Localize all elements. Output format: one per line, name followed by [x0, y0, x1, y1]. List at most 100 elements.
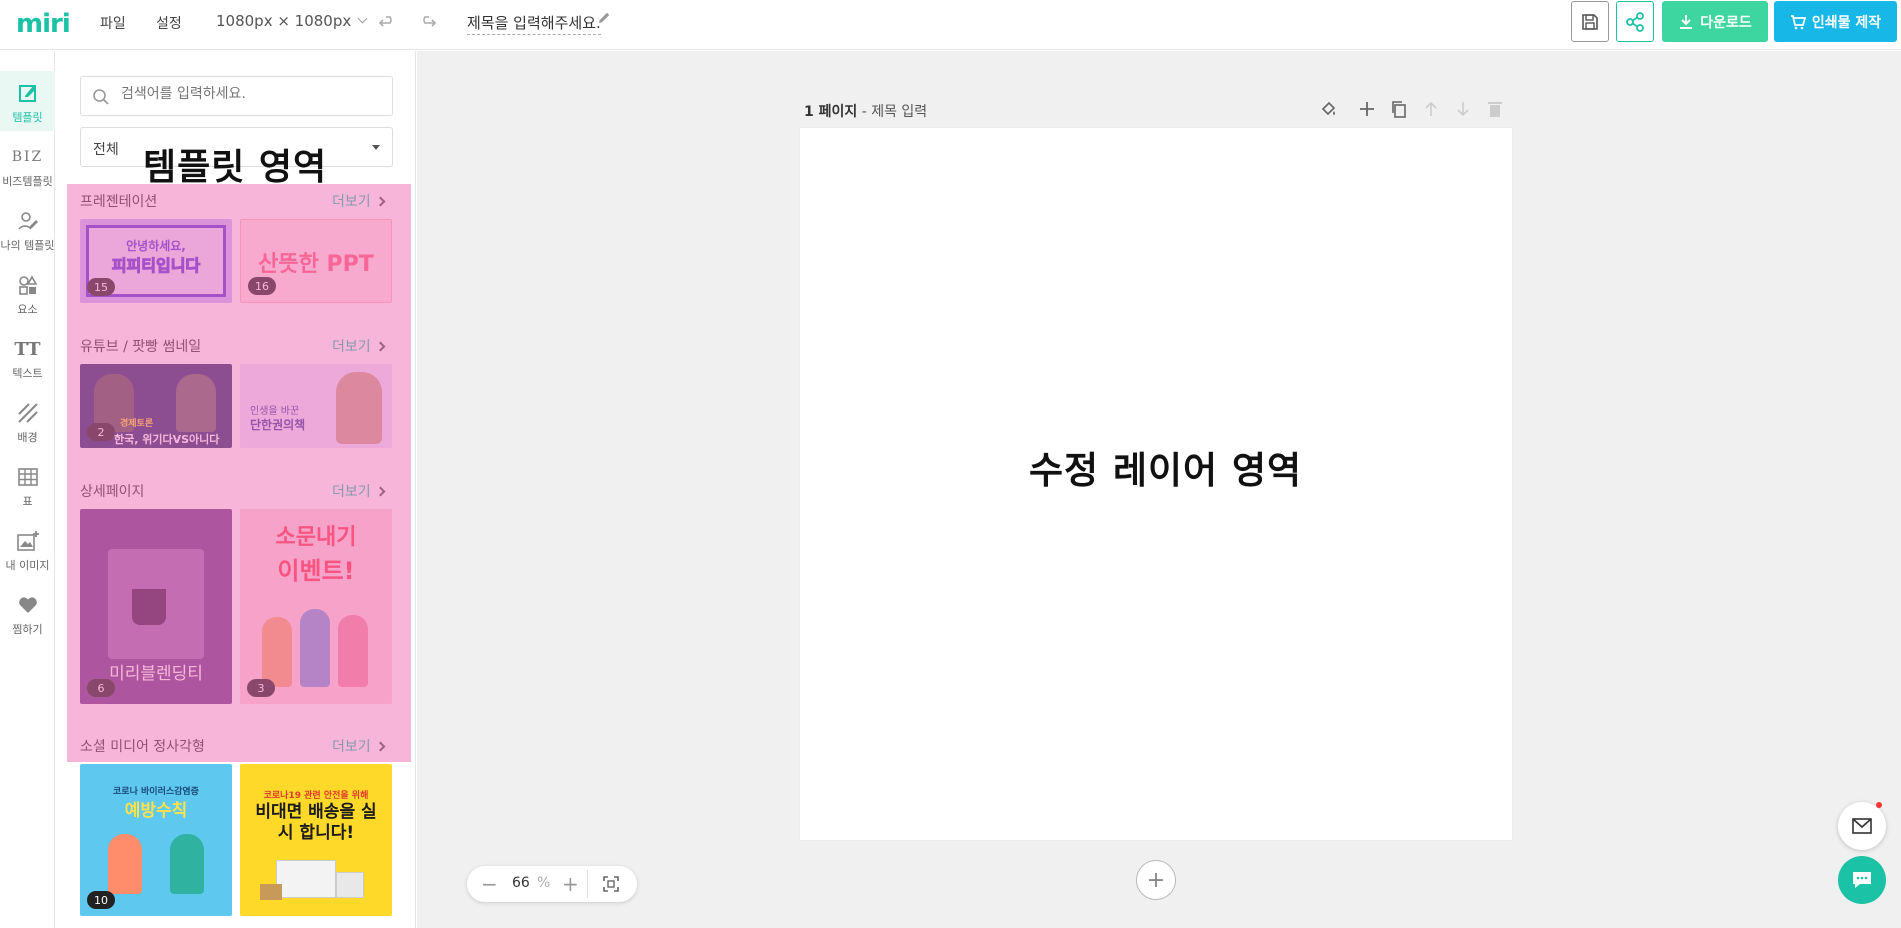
rail-label: 내 이미지	[5, 559, 50, 572]
section-title-youtube: 유튜브 / 팟빵 썸네일	[80, 339, 202, 355]
template-thumb-social-1[interactable]: 코로나 바이러스감염증 예방수칙 10	[80, 764, 232, 916]
zoom-value[interactable]: 66	[512, 875, 530, 891]
download-label: 다운로드	[1700, 14, 1752, 31]
rail-item-my-template[interactable]: 나의 템플릿	[0, 199, 55, 259]
rail-item-biz-template[interactable]: BIZ 비즈템플릿	[0, 135, 55, 195]
duplicate-page-icon[interactable]	[1390, 100, 1408, 122]
template-thumb-presentation-2[interactable]: 산뜻한 PPT 16	[240, 219, 392, 303]
undo-icon[interactable]	[377, 11, 399, 33]
canvas-size-value: 1080px × 1080px	[216, 12, 352, 30]
template-search-box[interactable]	[80, 76, 393, 116]
chevron-down-icon	[357, 13, 368, 24]
template-thumb-youtube-1[interactable]: 경제토론 한국, 위기다VS아니다 2	[80, 364, 232, 448]
save-icon	[1582, 13, 1598, 30]
app-logo[interactable]: miri	[16, 9, 71, 39]
template-icon	[17, 81, 39, 105]
template-thumb-youtube-2[interactable]: 인생을 바꾼 단한권의책	[240, 364, 392, 448]
rail-label: 비즈템플릿	[2, 175, 53, 188]
rail-item-favorites[interactable]: 찜하기	[0, 583, 55, 643]
image-add-icon	[16, 529, 40, 553]
text-icon: TT	[14, 338, 41, 360]
print-order-button[interactable]: 인쇄물 제작	[1774, 1, 1897, 42]
page-count-badge: 16	[248, 277, 276, 295]
fill-color-icon[interactable]	[1320, 100, 1338, 122]
download-button[interactable]: 다운로드	[1662, 1, 1768, 42]
add-icon[interactable]	[1358, 100, 1376, 122]
share-button[interactable]	[1616, 1, 1654, 42]
more-link-social-square[interactable]: 더보기	[332, 736, 386, 756]
background-icon	[17, 401, 39, 425]
biz-icon: BIZ	[11, 149, 44, 165]
divider	[587, 870, 588, 898]
zoom-in-button[interactable]: +	[562, 872, 579, 896]
rail-label: 나의 템플릿	[0, 239, 55, 252]
canvas-size-select[interactable]: 1080px × 1080px	[216, 12, 368, 30]
fit-screen-icon[interactable]	[602, 875, 620, 897]
zoom-control: − 66 % +	[467, 866, 637, 902]
section-title-presentation: 프레젠테이션	[80, 194, 158, 210]
template-area-label: 템플릿 영역	[143, 147, 328, 188]
page-count-badge: 6	[87, 679, 115, 697]
page-number: 1 페이지	[804, 104, 858, 120]
rail-label: 템플릿	[12, 111, 43, 124]
zoom-unit: %	[537, 875, 551, 891]
more-link-presentation[interactable]: 더보기	[332, 191, 386, 211]
add-page-button[interactable]: +	[1136, 860, 1176, 900]
trash-icon[interactable]	[1486, 100, 1504, 122]
menu-settings[interactable]: 설정	[156, 13, 182, 33]
mail-icon	[1852, 818, 1872, 834]
rail-item-table[interactable]: 표	[0, 455, 55, 515]
rail-item-template[interactable]: 템플릿	[0, 71, 55, 131]
template-thumb-social-2[interactable]: 코로나19 관련 안전을 위해 비대면 배송을 실시 합니다!	[240, 764, 392, 916]
rail-item-my-images[interactable]: 내 이미지	[0, 519, 55, 579]
message-button[interactable]	[1838, 802, 1886, 850]
template-search-input[interactable]	[121, 86, 381, 102]
zoom-out-button[interactable]: −	[481, 872, 498, 896]
more-link-youtube[interactable]: 더보기	[332, 336, 386, 356]
top-toolbar: miri 파일 설정 1080px × 1080px 제목을 입력해주세요. 다…	[0, 0, 1901, 50]
rail-item-elements[interactable]: 요소	[0, 263, 55, 323]
plus-icon: +	[1146, 867, 1166, 893]
rail-label: 찜하기	[12, 623, 43, 636]
rail-label: 텍스트	[12, 367, 43, 380]
cart-icon	[1790, 14, 1806, 29]
notification-dot	[1876, 802, 1882, 808]
my-template-icon	[17, 209, 39, 233]
table-icon	[17, 465, 39, 489]
page-title-input[interactable]: - 제목 입력	[862, 104, 927, 120]
redo-icon[interactable]	[416, 11, 438, 33]
section-title-detail-page: 상세페이지	[80, 484, 145, 500]
chat-button[interactable]	[1838, 856, 1886, 904]
page-count-badge: 2	[87, 423, 115, 441]
heart-icon	[17, 593, 39, 617]
save-button[interactable]	[1571, 1, 1609, 42]
move-up-icon[interactable]	[1422, 100, 1440, 122]
chevron-right-icon	[375, 196, 386, 207]
chevron-right-icon	[375, 341, 386, 352]
template-thumb-detail-1[interactable]: 미리블렌딩티 6	[80, 509, 232, 704]
chat-icon	[1853, 872, 1871, 888]
caret-down-icon	[372, 145, 380, 150]
section-title-social-square: 소셜 미디어 정사각형	[80, 739, 205, 755]
edit-layer-area-label: 수정 레이어 영역	[1029, 449, 1303, 492]
left-nav-rail: 템플릿 BIZ 비즈템플릿 나의 템플릿 요소 TT 텍스트 배경 표 내 이미…	[0, 51, 55, 928]
elements-icon	[17, 273, 39, 297]
page-count-badge: 15	[87, 278, 115, 296]
template-thumb-presentation-1[interactable]: 안녕하세요, 피피티입니다 15	[80, 219, 232, 303]
rail-item-text[interactable]: TT 텍스트	[0, 327, 55, 387]
category-value: 전체	[93, 142, 119, 158]
search-icon	[92, 88, 110, 110]
rail-item-background[interactable]: 배경	[0, 391, 55, 451]
page-count-badge: 10	[87, 891, 115, 909]
chevron-right-icon	[375, 486, 386, 497]
move-down-icon[interactable]	[1454, 100, 1472, 122]
document-title-input[interactable]: 제목을 입력해주세요.	[467, 12, 601, 35]
template-thumb-detail-2[interactable]: 소문내기 이벤트! 3	[240, 509, 392, 704]
menu-file[interactable]: 파일	[100, 13, 126, 33]
page-count-badge: 3	[247, 679, 275, 697]
pencil-icon[interactable]	[596, 10, 612, 30]
rail-label: 표	[22, 495, 33, 508]
more-link-detail-page[interactable]: 더보기	[332, 481, 386, 501]
print-order-label: 인쇄물 제작	[1811, 14, 1882, 31]
share-icon	[1626, 11, 1644, 32]
